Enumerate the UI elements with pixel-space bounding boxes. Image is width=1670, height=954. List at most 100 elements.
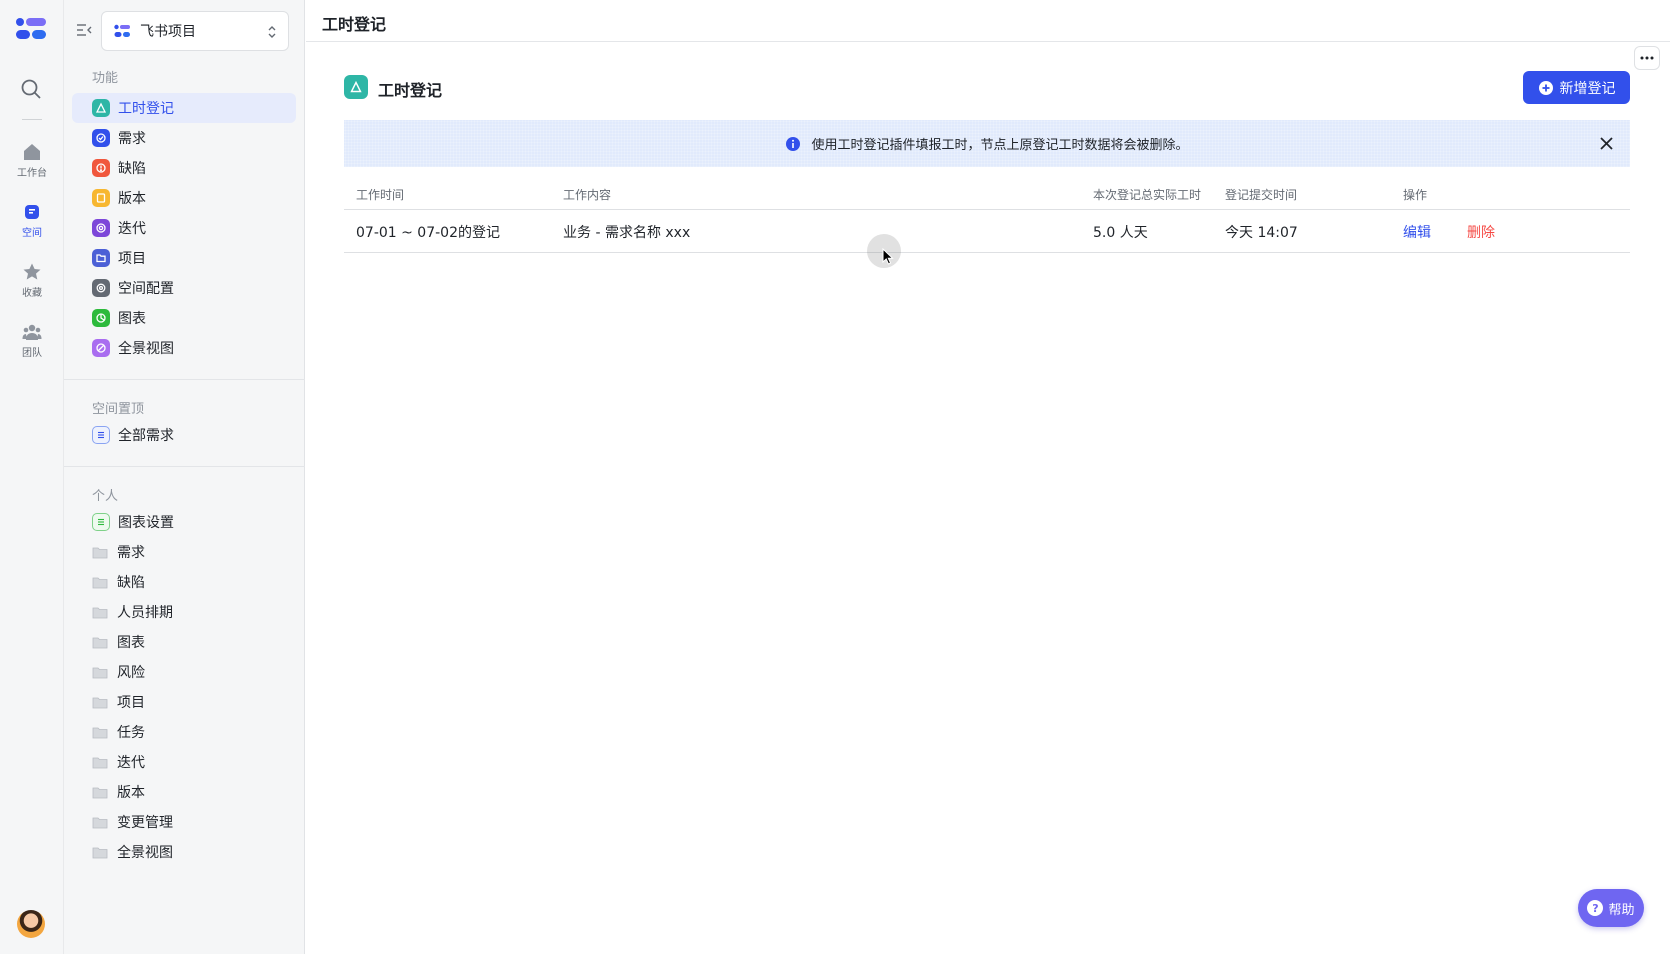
info-icon xyxy=(786,136,801,151)
cell-hours: 5.0 人天 xyxy=(1093,225,1148,241)
sidebar-item-label: 全部需求 xyxy=(118,428,174,444)
sidebar-item-config[interactable]: 空间配置 xyxy=(72,273,296,303)
folder-icon xyxy=(92,637,108,648)
notice-banner: 使用工时登记插件填报工时，节点上原登记工时数据将会被删除。 xyxy=(344,120,1630,167)
sidebar-item-folder-task[interactable]: 任务 xyxy=(72,717,296,747)
team-icon xyxy=(22,324,42,340)
rail-item-label: 团队 xyxy=(22,348,42,359)
rail-item-favorites[interactable]: 收藏 xyxy=(0,262,64,299)
rail-item-space[interactable]: 空间 xyxy=(0,202,64,239)
list-icon xyxy=(92,426,110,444)
space-icon xyxy=(25,205,39,219)
sidebar-item-folder-change[interactable]: 变更管理 xyxy=(72,807,296,837)
column-header: 工作时间 xyxy=(356,188,405,202)
space-name: 飞书项目 xyxy=(140,24,196,40)
rail-item-team[interactable]: 团队 xyxy=(0,322,64,359)
sidebar-item-requirement[interactable]: 需求 xyxy=(72,123,296,153)
sidebar-item-iteration[interactable]: 迭代 xyxy=(72,213,296,243)
column-header: 登记提交时间 xyxy=(1225,188,1298,202)
sidebar-item-folder-risk[interactable]: 风险 xyxy=(72,657,296,687)
page-title: 工时登记 xyxy=(322,15,387,34)
sidebar-item-label: 工时登记 xyxy=(118,101,174,117)
folder-icon xyxy=(92,787,108,798)
app-rail: 工作台 空间 收藏 团队 xyxy=(0,0,64,954)
cell-submitted: 今天 14:07 xyxy=(1225,225,1298,241)
list-icon xyxy=(92,513,110,531)
add-registration-button[interactable]: 新增登记 xyxy=(1523,71,1630,104)
timesheet-table: 工作时间 工作内容 本次登记总实际工时 登记提交时间 操作 07-01 ~ 07… xyxy=(344,180,1630,253)
sidebar-item-panorama[interactable]: 全景视图 xyxy=(72,333,296,363)
help-label: 帮助 xyxy=(1608,902,1635,918)
sidebar-item-label: 全景视图 xyxy=(118,341,174,357)
sidebar-item-folder-scheduling[interactable]: 人员排期 xyxy=(72,597,296,627)
sidebar-item-label: 任务 xyxy=(117,725,145,741)
defect-icon xyxy=(92,159,110,177)
sidebar-item-label: 版本 xyxy=(118,191,146,207)
sidebar-item-chart[interactable]: 图表 xyxy=(72,303,296,333)
version-icon xyxy=(92,189,110,207)
sidebar-item-label: 图表设置 xyxy=(118,515,174,531)
config-icon xyxy=(92,279,110,297)
sidebar-item-label: 变更管理 xyxy=(117,815,173,831)
sidebar-item-folder-project[interactable]: 项目 xyxy=(72,687,296,717)
folder-icon xyxy=(92,817,108,828)
delete-link[interactable]: 删除 xyxy=(1467,222,1495,242)
sidebar-item-label: 缺陷 xyxy=(118,161,146,177)
sidebar-item-label: 项目 xyxy=(117,695,145,711)
mouse-cursor-icon xyxy=(882,248,894,265)
folder-icon xyxy=(92,697,108,708)
collapse-sidebar-icon[interactable] xyxy=(76,22,92,38)
sidebar-item-label: 图表 xyxy=(118,311,146,327)
column-header: 操作 xyxy=(1403,188,1428,202)
sidebar-item-label: 全景视图 xyxy=(117,845,173,861)
section-title-personal: 个人 xyxy=(92,489,119,504)
sidebar-item-timesheet[interactable]: 工时登记 xyxy=(72,93,296,123)
sidebar-item-folder-iteration[interactable]: 迭代 xyxy=(72,747,296,777)
sidebar-item-folder-defect[interactable]: 缺陷 xyxy=(72,567,296,597)
sidebar-item-version[interactable]: 版本 xyxy=(72,183,296,213)
folder-icon xyxy=(92,547,108,558)
section-title-pinned: 空间置顶 xyxy=(92,402,145,417)
folder-icon xyxy=(92,607,108,618)
sidebar-item-all-requirements[interactable]: 全部需求 xyxy=(72,420,296,450)
space-logo-icon xyxy=(114,24,130,37)
sidebar-item-folder-chart[interactable]: 图表 xyxy=(72,627,296,657)
plus-circle-icon xyxy=(1538,80,1553,95)
sidebar-item-label: 项目 xyxy=(118,251,146,267)
edit-link[interactable]: 编辑 xyxy=(1403,222,1431,242)
cell-work-time: 07-01 ~ 07-02的登记 xyxy=(356,225,500,241)
sidebar-item-folder-version[interactable]: 版本 xyxy=(72,777,296,807)
search-icon[interactable] xyxy=(20,78,42,100)
project-icon xyxy=(92,249,110,267)
rail-divider xyxy=(22,119,42,120)
add-button-label: 新增登记 xyxy=(1559,80,1616,97)
folder-icon xyxy=(92,667,108,678)
sidebar-item-label: 需求 xyxy=(118,131,146,147)
cell-content: 业务 - 需求名称 xxx xyxy=(563,225,691,241)
sidebar-item-folder-requirement[interactable]: 需求 xyxy=(72,537,296,567)
table-header: 工作时间 工作内容 本次登记总实际工时 登记提交时间 操作 xyxy=(344,180,1630,210)
table-row: 07-01 ~ 07-02的登记 业务 - 需求名称 xxx 5.0 人天 今天… xyxy=(344,210,1630,253)
panel-title: 工时登记 xyxy=(378,81,443,100)
sidebar-item-label: 版本 xyxy=(117,785,145,801)
iteration-icon xyxy=(92,219,110,237)
column-header: 工作内容 xyxy=(563,188,612,202)
timesheet-icon xyxy=(344,75,368,99)
chart-icon xyxy=(92,309,110,327)
space-selector[interactable]: 飞书项目 xyxy=(101,11,289,51)
sidebar-item-label: 图表 xyxy=(117,635,145,651)
close-icon[interactable] xyxy=(1599,136,1614,151)
rail-item-workbench[interactable]: 工作台 xyxy=(0,142,64,179)
sidebar-item-defect[interactable]: 缺陷 xyxy=(72,153,296,183)
column-header: 本次登记总实际工时 xyxy=(1093,188,1202,202)
sidebar-item-project[interactable]: 项目 xyxy=(72,243,296,273)
sidebar-item-folder-panorama[interactable]: 全景视图 xyxy=(72,837,296,867)
help-button[interactable]: ? 帮助 xyxy=(1578,889,1644,927)
sidebar-item-chart-settings[interactable]: 图表设置 xyxy=(72,507,296,537)
app-logo-icon[interactable] xyxy=(15,16,47,42)
rail-item-label: 工作台 xyxy=(17,168,47,179)
sidebar: 飞书项目 功能 工时登记 需求 缺陷 版本 迭代 项目 空间配置 图表 全景视图 xyxy=(64,0,305,954)
more-options-button[interactable] xyxy=(1634,46,1660,70)
user-avatar[interactable] xyxy=(17,910,45,938)
folder-icon xyxy=(92,727,108,738)
